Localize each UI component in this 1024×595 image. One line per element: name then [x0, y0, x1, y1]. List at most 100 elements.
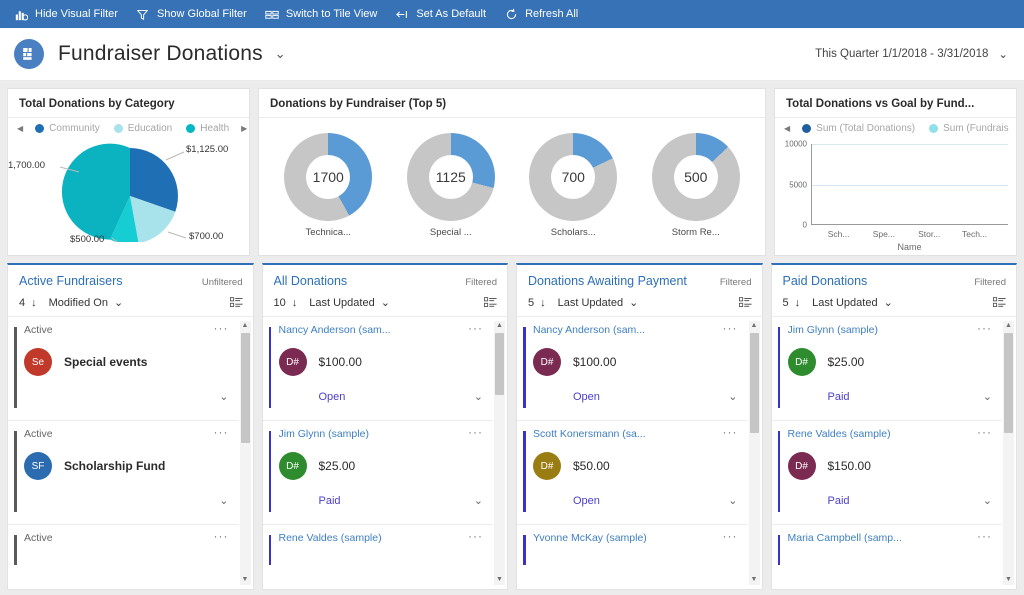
scrollbar-thumb[interactable]	[241, 333, 250, 443]
bar-legend-next-icon[interactable]: ▶	[1016, 124, 1017, 133]
donations-awaiting-payment-title[interactable]: Donations Awaiting Payment	[528, 274, 687, 288]
scrollbar-thumb[interactable]	[495, 333, 504, 395]
row-more-options-icon[interactable]: ···	[723, 532, 738, 540]
scrollbar[interactable]: ▲ ▼	[494, 321, 505, 585]
list-item[interactable]: Maria Campbell (samp... ···	[772, 525, 1003, 565]
scrollbar-thumb[interactable]	[750, 333, 759, 433]
list-item[interactable]: Active ··· Se Special events ⌄	[8, 317, 239, 421]
row-more-options-icon[interactable]: ···	[723, 428, 738, 436]
pie-legend-next-icon[interactable]: ▶	[236, 124, 250, 133]
row-expand-chevron-down-icon[interactable]: ⌄	[983, 494, 992, 507]
scrollbar[interactable]: ▲ ▼	[749, 321, 760, 585]
sort-direction-icon[interactable]: ↓	[795, 297, 801, 309]
row-title[interactable]: Scott Konersmann (sa...	[533, 428, 646, 440]
scroll-up-icon[interactable]: ▲	[496, 321, 503, 331]
hide-visual-filter-button[interactable]: Hide Visual Filter	[10, 0, 132, 28]
row-more-options-icon[interactable]: ···	[214, 324, 229, 332]
all-donations-sort[interactable]: Last Updated ⌄	[309, 296, 390, 309]
row-status[interactable]: Paid	[828, 495, 850, 507]
list-item[interactable]: Scott Konersmann (sa... ··· D# $50.00 Op…	[517, 421, 748, 525]
row-title[interactable]: Nancy Anderson (sam...	[533, 324, 645, 336]
row-title[interactable]: Maria Campbell (samp...	[788, 532, 902, 544]
scroll-up-icon[interactable]: ▲	[1005, 321, 1012, 331]
bar-chart[interactable]: 10000 5000 0	[775, 136, 1016, 255]
scroll-up-icon[interactable]: ▲	[242, 321, 249, 331]
scroll-down-icon[interactable]: ▼	[242, 575, 249, 585]
scrollbar[interactable]: ▲ ▼	[240, 321, 251, 585]
date-range-filter[interactable]: This Quarter 1/1/2018 - 3/31/2018 ⌄	[815, 47, 1008, 61]
list-item[interactable]: Yvonne McKay (sample) ···	[517, 525, 748, 565]
list-item[interactable]: Rene Valdes (sample) ···	[263, 525, 494, 565]
row-status[interactable]: Paid	[319, 495, 341, 507]
row-title[interactable]: Nancy Anderson (sam...	[279, 324, 391, 336]
donut-chart-scholarship[interactable]: 700	[529, 133, 617, 221]
row-expand-chevron-down-icon[interactable]: ⌄	[728, 390, 737, 403]
list-item[interactable]: Nancy Anderson (sam... ··· D# $100.00 Op…	[263, 317, 494, 421]
list-item[interactable]: Active ··· SF Scholarship Fund ⌄	[8, 421, 239, 525]
donut-cell-storm[interactable]: 500 Storm Re...	[652, 133, 740, 238]
row-more-options-icon[interactable]: ···	[977, 428, 992, 436]
row-title[interactable]: Jim Glynn (sample)	[279, 428, 369, 440]
scrollbar-thumb[interactable]	[1004, 333, 1013, 433]
donut-cell-special[interactable]: 1125 Special ...	[407, 133, 495, 238]
donut-chart-technical[interactable]: 1700	[284, 133, 372, 221]
pie-legend-item-community[interactable]: Community	[28, 123, 107, 134]
scroll-down-icon[interactable]: ▼	[1005, 575, 1012, 585]
page-title-chevron-down-icon[interactable]: ⌄	[275, 46, 286, 62]
scroll-up-icon[interactable]: ▲	[751, 321, 758, 331]
list-item[interactable]: Jim Glynn (sample) ··· D# $25.00 Paid ⌄	[263, 421, 494, 525]
row-status[interactable]: Open	[319, 391, 346, 403]
list-view-icon[interactable]	[739, 297, 752, 308]
row-more-options-icon[interactable]: ···	[468, 532, 483, 540]
donut-cell-scholarship[interactable]: 700 Scholars...	[529, 133, 617, 238]
list-view-icon[interactable]	[230, 297, 243, 308]
sort-direction-icon[interactable]: ↓	[540, 297, 546, 309]
pie-legend-item-education[interactable]: Education	[107, 123, 179, 134]
active-fundraisers-title[interactable]: Active Fundraisers	[19, 274, 123, 288]
refresh-all-button[interactable]: Refresh All	[500, 0, 592, 28]
list-view-icon[interactable]	[484, 297, 497, 308]
list-item[interactable]: Active ···	[8, 525, 239, 565]
donut-chart-storm[interactable]: 500	[652, 133, 740, 221]
active-fundraisers-sort[interactable]: Modified On ⌄	[49, 296, 124, 309]
row-expand-chevron-down-icon[interactable]: ⌄	[474, 390, 483, 403]
bar-legend-prev-icon[interactable]: ◀	[779, 124, 795, 133]
paid-donations-title[interactable]: Paid Donations	[783, 274, 868, 288]
list-item[interactable]: Nancy Anderson (sam... ··· D# $100.00 Op…	[517, 317, 748, 421]
row-status[interactable]: Paid	[828, 391, 850, 403]
sort-direction-icon[interactable]: ↓	[31, 297, 37, 309]
pie-chart[interactable]: $1,125.00 1,700.00 $700.00 $500.00	[8, 136, 249, 255]
row-title[interactable]: Yvonne McKay (sample)	[533, 532, 647, 544]
row-more-options-icon[interactable]: ···	[214, 428, 229, 436]
paid-donations-sort[interactable]: Last Updated ⌄	[812, 296, 893, 309]
list-item[interactable]: Jim Glynn (sample) ··· D# $25.00 Paid ⌄	[772, 317, 1003, 421]
all-donations-title[interactable]: All Donations	[274, 274, 348, 288]
scroll-down-icon[interactable]: ▼	[751, 575, 758, 585]
show-global-filter-button[interactable]: Show Global Filter	[132, 0, 261, 28]
row-expand-chevron-down-icon[interactable]: ⌄	[728, 494, 737, 507]
row-expand-chevron-down-icon[interactable]: ⌄	[983, 390, 992, 403]
pie-legend-item-health[interactable]: Health	[179, 123, 236, 134]
row-more-options-icon[interactable]: ···	[468, 324, 483, 332]
bar-legend-item-total[interactable]: Sum (Total Donations)	[795, 123, 922, 134]
scrollbar[interactable]: ▲ ▼	[1003, 321, 1014, 585]
scroll-down-icon[interactable]: ▼	[496, 575, 503, 585]
row-more-options-icon[interactable]: ···	[723, 324, 738, 332]
donations-awaiting-payment-sort[interactable]: Last Updated ⌄	[558, 296, 639, 309]
row-status[interactable]: Open	[573, 391, 600, 403]
pie-legend-prev-icon[interactable]: ◀	[12, 124, 28, 133]
row-more-options-icon[interactable]: ···	[977, 532, 992, 540]
donut-chart-special[interactable]: 1125	[407, 133, 495, 221]
row-status[interactable]: Open	[573, 495, 600, 507]
switch-to-tile-view-button[interactable]: Switch to Tile View	[261, 0, 392, 28]
list-item[interactable]: Rene Valdes (sample) ··· D# $150.00 Paid…	[772, 421, 1003, 525]
row-title[interactable]: Rene Valdes (sample)	[279, 532, 382, 544]
donut-cell-technical[interactable]: 1700 Technica...	[284, 133, 372, 238]
sort-direction-icon[interactable]: ↓	[292, 297, 298, 309]
set-as-default-button[interactable]: Set As Default	[391, 0, 500, 28]
bar-legend-item-goal[interactable]: Sum (Fundrais	[922, 123, 1016, 134]
row-expand-chevron-down-icon[interactable]: ⌄	[219, 390, 228, 403]
row-more-options-icon[interactable]: ···	[468, 428, 483, 436]
row-expand-chevron-down-icon[interactable]: ⌄	[474, 494, 483, 507]
row-title[interactable]: Rene Valdes (sample)	[788, 428, 891, 440]
